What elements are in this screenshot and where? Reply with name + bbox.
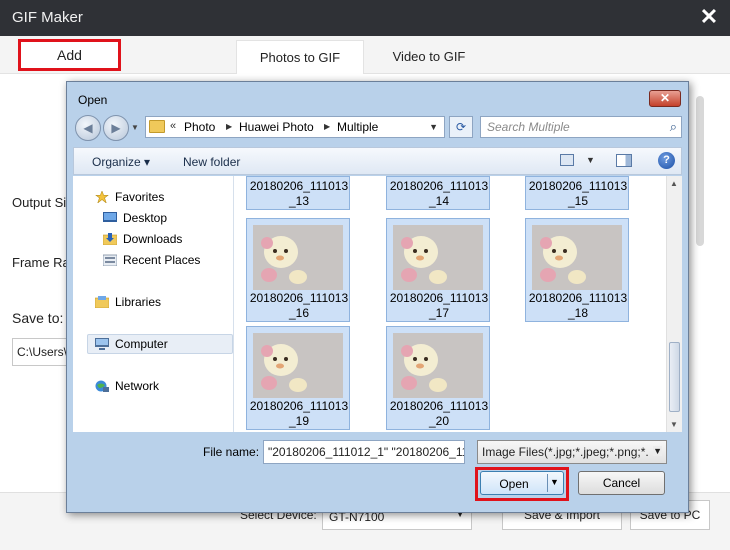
file-tile[interactable]: 20180206_111013 _16 [246,218,350,322]
file-type-value: Image Files(*.jpg;*.jpeg;*.png;*. [482,445,649,459]
close-icon[interactable]: ✕ [696,4,722,30]
file-name-line1: 20180206_111013 [249,179,349,193]
scroll-up-icon[interactable]: ▲ [670,179,678,188]
photo-thumbnail [393,333,483,398]
file-name-line2: _17 [428,306,450,320]
address-bar[interactable]: « Photo ▶ Huawei Photo ▶ Multiple ▼ [145,116,445,138]
file-tile[interactable]: 20180206_111013 _13 [246,176,350,210]
computer-icon [95,338,109,350]
search-input[interactable]: Search Multiple ⌕ [480,116,682,138]
breadcrumb-photo[interactable]: Photo [184,120,215,134]
breadcrumb-separator-icon: ▶ [226,122,233,131]
file-tile[interactable]: 20180206_111013 _14 [386,176,490,210]
file-tile[interactable]: 20180206_111013 _20 [386,326,490,430]
photo-thumbnail [253,225,343,290]
desktop-icon [103,212,117,222]
photo-thumbnail [393,225,483,290]
organize-button[interactable]: Organize ▾ [92,155,150,169]
view-icon[interactable] [560,154,574,166]
file-name-line1: 20180206_111013 [528,291,628,305]
file-name-line1: 20180206_111013 [249,291,349,305]
chevron-down-icon[interactable]: ▼ [550,477,559,487]
nav-label: Desktop [123,211,168,225]
file-name-line2: _19 [288,414,310,428]
file-tile[interactable]: 20180206_111013 _18 [525,218,629,322]
recent-places-icon [103,254,117,266]
file-name-line2: _18 [567,306,589,320]
search-placeholder: Search Multiple [487,120,570,134]
downloads-icon [103,233,117,245]
open-button-label: Open [499,477,529,491]
nav-label: Libraries [115,295,162,309]
file-name-line1: 20180206_111013 [528,179,628,193]
app-title: GIF Maker [12,9,83,26]
back-arrow-icon[interactable]: ◀ [75,115,101,141]
cancel-button[interactable]: Cancel [578,471,665,495]
photo-thumbnail [532,225,622,290]
split-divider [547,474,548,492]
file-name-line1: 20180206_111013 [389,399,489,413]
open-button[interactable]: Open ▼ [480,471,564,495]
tab-video-to-gif[interactable]: Video to GIF [368,40,490,74]
dialog-close-button[interactable]: ✕ [649,90,681,107]
file-list: 20180206_111013 _13 20180206_111013 _14 … [234,176,682,432]
file-name-line1: 20180206_111013 [249,399,349,413]
dialog-title: Open [78,93,108,107]
save-to-label: Save to: [12,310,64,326]
app-titlebar: GIF Maker ✕ [0,0,730,36]
refresh-icon[interactable]: ⟳ [449,116,473,138]
save-path-field[interactable]: C:\Users\ [12,338,72,366]
chevron-down-icon: ▼ [653,446,662,456]
file-name-line1: 20180206_111013 [389,291,489,305]
file-name-input[interactable]: "20180206_111012_1" "20180206_11 [263,440,465,464]
breadcrumb-separator-icon: ▶ [324,122,331,131]
file-tile[interactable]: 20180206_111013 _15 [525,176,629,210]
address-prefix: « [170,120,177,132]
file-name-line2: _20 [428,414,450,428]
star-icon [95,191,109,203]
help-icon[interactable]: ? [658,152,675,169]
file-list-scrollbar[interactable]: ▲ ▼ [666,176,682,432]
photo-thumbnail [253,333,343,398]
nav-label: Computer [115,337,168,351]
forward-arrow-icon[interactable]: ▶ [103,115,129,141]
preview-pane-icon[interactable] [616,154,632,167]
add-button[interactable]: Add [18,39,121,71]
network-icon [95,380,109,392]
search-icon[interactable]: ⌕ [670,119,677,135]
nav-label: Downloads [123,232,183,246]
nav-label: Network [115,379,160,393]
chevron-down-icon[interactable]: ▼ [429,122,438,132]
file-name-line2: _14 [428,194,450,208]
command-bar: Organize ▾ New folder ▼ ? [73,147,682,175]
nav-label: Recent Places [123,253,201,267]
file-name-line2: _15 [567,194,589,208]
file-type-select[interactable]: Image Files(*.jpg;*.jpeg;*.png;*. ▼ [477,440,667,464]
app-toolbar: Add Photos to GIF Video to GIF [0,36,730,74]
file-name-label: File name: [203,445,260,459]
output-size-label: Output Siz [12,195,73,210]
open-dialog: Open ✕ ◀ ▶ ▼ « Photo ▶ Huawei Photo ▶ Mu… [66,81,689,513]
file-tile[interactable]: 20180206_111013 _19 [246,326,350,430]
new-folder-button[interactable]: New folder [183,155,240,169]
scroll-down-icon[interactable]: ▼ [670,420,678,429]
libraries-icon [95,296,109,308]
breadcrumb-multiple[interactable]: Multiple [337,120,378,134]
scrollbar-thumb[interactable] [669,342,680,412]
chevron-down-icon[interactable]: ▼ [586,155,595,165]
main-scrollbar[interactable] [696,96,704,246]
tab-photos-to-gif[interactable]: Photos to GIF [236,40,364,74]
navigation-pane: Favorites Desktop Downloads Recent Place… [73,176,234,432]
nav-label: Favorites [115,190,165,204]
file-name-line1: 20180206_111013 [389,179,489,193]
file-name-line2: _13 [288,194,310,208]
history-dropdown-icon[interactable]: ▼ [131,123,139,132]
folder-icon [149,120,165,133]
file-name-line2: _16 [288,306,310,320]
frame-rate-label: Frame Rat [12,255,74,270]
file-tile[interactable]: 20180206_111013 _17 [386,218,490,322]
breadcrumb-huawei-photo[interactable]: Huawei Photo [239,120,314,134]
